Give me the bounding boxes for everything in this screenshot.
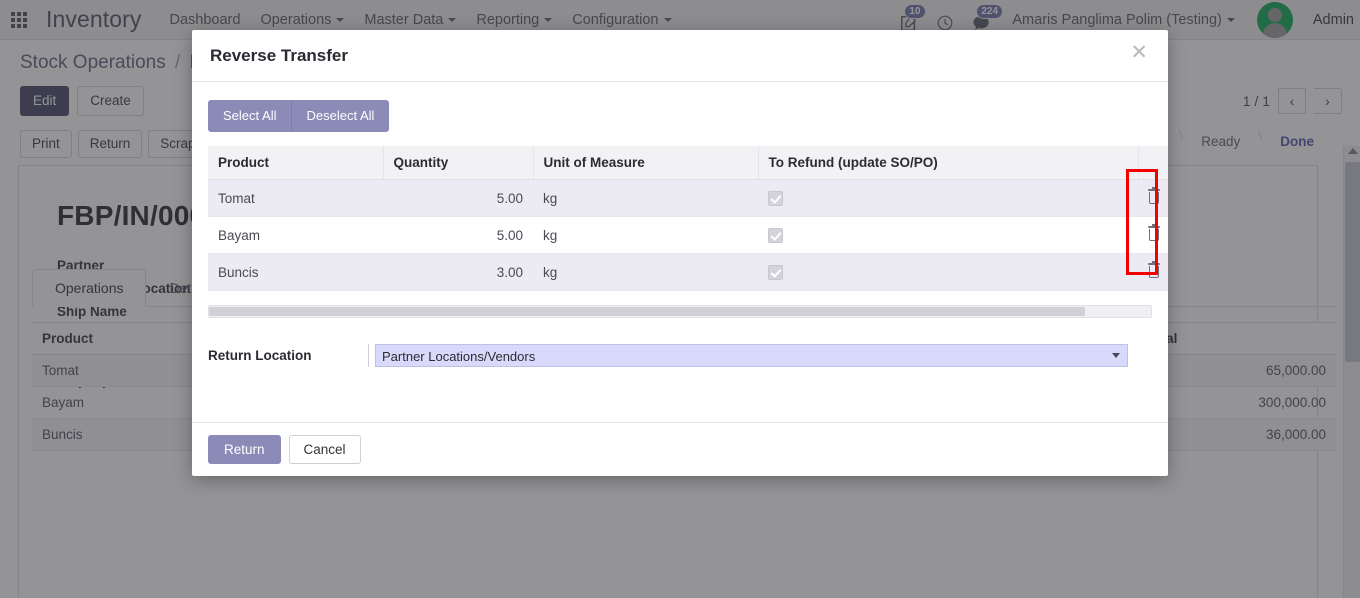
reverse-lines-table: Product Quantity Unit of Measure To Refu… (208, 146, 1168, 291)
trash-icon[interactable] (1148, 261, 1160, 278)
cell-delete[interactable] (1138, 216, 1168, 254)
cell-quantity[interactable]: 5.00 (383, 216, 533, 254)
cell-product: Tomat (208, 179, 383, 217)
deselect-all-button[interactable]: Deselect All (291, 100, 390, 132)
return-location-label: Return Location (208, 348, 312, 363)
to-refund-checkbox[interactable] (768, 190, 783, 206)
dialog-title: Reverse Transfer (210, 45, 348, 65)
th-to-refund: To Refund (update SO/PO) (758, 146, 1139, 180)
th-quantity: Quantity (383, 146, 534, 180)
reverse-lines-head: Product Quantity Unit of Measure To Refu… (208, 146, 1168, 180)
to-refund-checkbox[interactable] (768, 264, 783, 280)
cell-to-refund[interactable] (758, 216, 1138, 254)
cell-uom: kg (533, 216, 758, 254)
cell-uom: kg (533, 253, 758, 291)
table-header-row: Product Quantity Unit of Measure To Refu… (208, 146, 1168, 180)
cell-quantity[interactable]: 3.00 (383, 253, 533, 291)
app-root: Inventory Dashboard Operations Master Da… (0, 0, 1360, 598)
reverse-lines-table-wrap: Product Quantity Unit of Measure To Refu… (208, 146, 1168, 291)
to-refund-checkbox[interactable] (768, 227, 783, 243)
dialog-footer: Return Cancel (192, 422, 1168, 476)
cell-uom: kg (533, 179, 758, 217)
cell-to-refund[interactable] (758, 179, 1138, 217)
return-location-row: Return Location Partner Locations/Vendor… (208, 344, 1152, 367)
return-location-field: Partner Locations/Vendors (368, 344, 1128, 367)
dialog-body: Select All Deselect All Product Quantity… (192, 82, 1168, 422)
scrollbar-thumb[interactable] (209, 307, 1086, 316)
dialog-header: Reverse Transfer ✕ (192, 30, 1168, 82)
trash-icon[interactable] (1148, 187, 1160, 204)
return-confirm-button[interactable]: Return (208, 435, 281, 464)
th-unit-of-measure: Unit of Measure (533, 146, 759, 180)
cell-product: Bayam (208, 216, 383, 254)
reverse-transfer-dialog: Reverse Transfer ✕ Select All Deselect A… (192, 30, 1168, 476)
reverse-lines-body: Tomat 5.00 kg Bayam 5.00 kg Buncis 3.00 … (208, 179, 1168, 291)
cell-quantity[interactable]: 5.00 (383, 179, 533, 217)
table-row[interactable]: Tomat 5.00 kg (208, 179, 1168, 217)
table-row[interactable]: Bayam 5.00 kg (208, 216, 1168, 254)
th-delete (1138, 146, 1168, 180)
cell-delete[interactable] (1138, 253, 1168, 291)
cell-to-refund[interactable] (758, 253, 1138, 291)
selection-buttons: Select All Deselect All (208, 100, 1152, 132)
table-horizontal-scrollbar[interactable] (208, 305, 1152, 318)
return-location-select[interactable]: Partner Locations/Vendors (375, 344, 1128, 367)
cell-delete[interactable] (1138, 179, 1168, 217)
table-row[interactable]: Buncis 3.00 kg (208, 253, 1168, 291)
cancel-button[interactable]: Cancel (288, 435, 361, 464)
close-icon[interactable]: ✕ (1124, 40, 1154, 66)
select-all-button[interactable]: Select All (208, 100, 292, 132)
trash-icon[interactable] (1148, 224, 1160, 241)
th-product: Product (208, 146, 384, 180)
cell-product: Buncis (208, 253, 383, 291)
